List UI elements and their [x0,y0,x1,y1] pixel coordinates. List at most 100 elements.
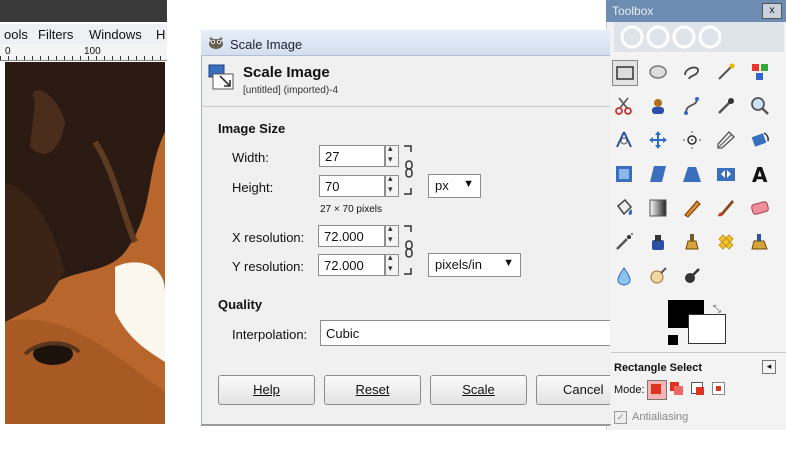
tool-options-title: Rectangle Select [614,362,703,374]
blend-icon[interactable] [646,196,670,220]
antialiasing-label: Antialiasing [632,411,689,423]
perspective-icon[interactable] [680,162,704,186]
y-resolution-spinner[interactable] [385,252,399,276]
x-resolution-label: X resolution: [232,230,305,245]
image-canvas[interactable] [5,62,165,424]
eraser-icon[interactable] [748,196,772,220]
svg-text:A: A [752,163,768,185]
pencil-icon[interactable] [680,196,704,220]
measure-icon[interactable] [612,128,636,152]
resolution-unit-value: pixels/in [435,257,482,272]
color-select-icon[interactable] [748,60,772,84]
paintbrush-icon[interactable] [714,196,738,220]
menu-help[interactable]: H [156,27,165,42]
mode-subtract-icon[interactable] [689,380,707,398]
resolution-chain-link-icon[interactable] [402,224,416,276]
image-menubar: ools Filters Windows H [0,24,167,44]
default-colors-icon[interactable] [668,335,678,345]
antialiasing-checkbox[interactable]: ✓ [614,411,627,424]
swap-colors-icon[interactable]: ⤡ [713,304,721,315]
size-chain-link-icon[interactable] [402,144,416,196]
paths-icon[interactable] [680,94,704,118]
toolbox-header [614,22,784,52]
height-label: Height: [232,180,274,195]
blur-icon[interactable] [612,264,636,288]
clone-icon[interactable] [680,230,704,254]
heal-icon[interactable] [714,230,738,254]
fuzzy-select-icon[interactable] [714,60,738,84]
color-picker-icon[interactable] [714,94,738,118]
y-resolution-label: Y resolution: [232,259,305,274]
toolbox-close-button[interactable]: x [762,3,782,19]
ellipse-select-icon[interactable] [646,60,670,84]
mode-add-icon[interactable] [668,380,686,398]
help-button-label: Help [253,382,280,397]
cancel-button-label: Cancel [563,382,604,397]
scissors-select-icon[interactable] [612,94,636,118]
ink-icon[interactable] [646,230,670,254]
menu-tools[interactable]: ools [4,27,28,42]
dialog-bottom-border [201,424,610,426]
image-window-titlebar [0,0,167,22]
ruler-ticks [0,56,167,60]
crop-icon[interactable] [714,128,738,152]
y-resolution-input[interactable]: 72.000 [318,254,385,276]
interpolation-select[interactable]: Cubic [320,320,610,346]
dialog-header-title: Scale Image [243,64,330,81]
interpolation-label: Interpolation: [232,327,308,342]
scale-icon[interactable] [612,162,636,186]
chevron-down-icon: ▼ [503,257,514,269]
width-label: Width: [232,150,269,165]
reset-button-label: Reset [355,382,390,397]
tool-options-menu-button[interactable]: ◂ [762,360,776,374]
quality-heading: Quality [218,297,263,312]
height-spinner[interactable] [385,173,399,197]
bucket-fill-icon[interactable] [612,196,636,220]
scale-button[interactable]: Scale [430,375,527,405]
text-icon[interactable]: A [748,162,772,186]
dodge-burn-icon[interactable] [680,264,704,288]
background-color-swatch[interactable] [688,314,726,344]
rotate-icon[interactable] [748,128,772,152]
zoom-icon[interactable] [748,94,772,118]
free-select-icon[interactable] [680,60,704,84]
toolbox-divider [606,352,786,353]
smudge-icon[interactable] [646,264,670,288]
header-separator [201,106,610,107]
rect-select-icon[interactable] [612,60,638,86]
width-spinner[interactable] [385,143,399,167]
height-input[interactable]: 70 [319,175,385,197]
perspective-clone-icon[interactable] [748,230,772,254]
foreground-select-icon[interactable] [646,94,670,118]
mode-intersect-icon[interactable] [710,380,728,398]
tool-grid: A [612,60,784,300]
menu-windows[interactable]: Windows [89,27,142,42]
toolbox-title: Toolbox [612,4,654,18]
scale-button-label: Scale [462,382,495,397]
size-unit-select[interactable]: px ▼ [428,174,481,198]
chevron-down-icon: ▼ [463,178,474,190]
resolution-unit-select[interactable]: pixels/in ▼ [428,253,521,277]
dialog-header-subtitle: [untitled] (imported)-4 [243,85,339,96]
size-unit-value: px [435,178,449,193]
x-resolution-input[interactable]: 72.000 [318,225,385,247]
horse-photo [5,62,165,424]
shear-icon[interactable] [646,162,670,186]
cancel-button[interactable]: Cancel [536,375,610,405]
help-button[interactable]: Help [218,375,315,405]
airbrush-icon[interactable] [612,230,636,254]
x-resolution-spinner[interactable] [385,223,399,247]
flip-icon[interactable] [714,162,738,186]
alignment-icon[interactable] [680,128,704,152]
dialog-title: Scale Image [230,37,303,52]
mode-replace-icon[interactable] [647,380,667,400]
reset-button[interactable]: Reset [324,375,421,405]
mode-label: Mode: [614,384,645,396]
image-size-heading: Image Size [218,121,286,136]
scale-image-icon [208,64,234,90]
pixel-size-info: 27 × 70 pixels [320,204,382,215]
width-input[interactable]: 27 [319,145,385,167]
gimp-icon [207,34,225,50]
move-icon[interactable] [646,128,670,152]
menu-filters[interactable]: Filters [38,27,73,42]
